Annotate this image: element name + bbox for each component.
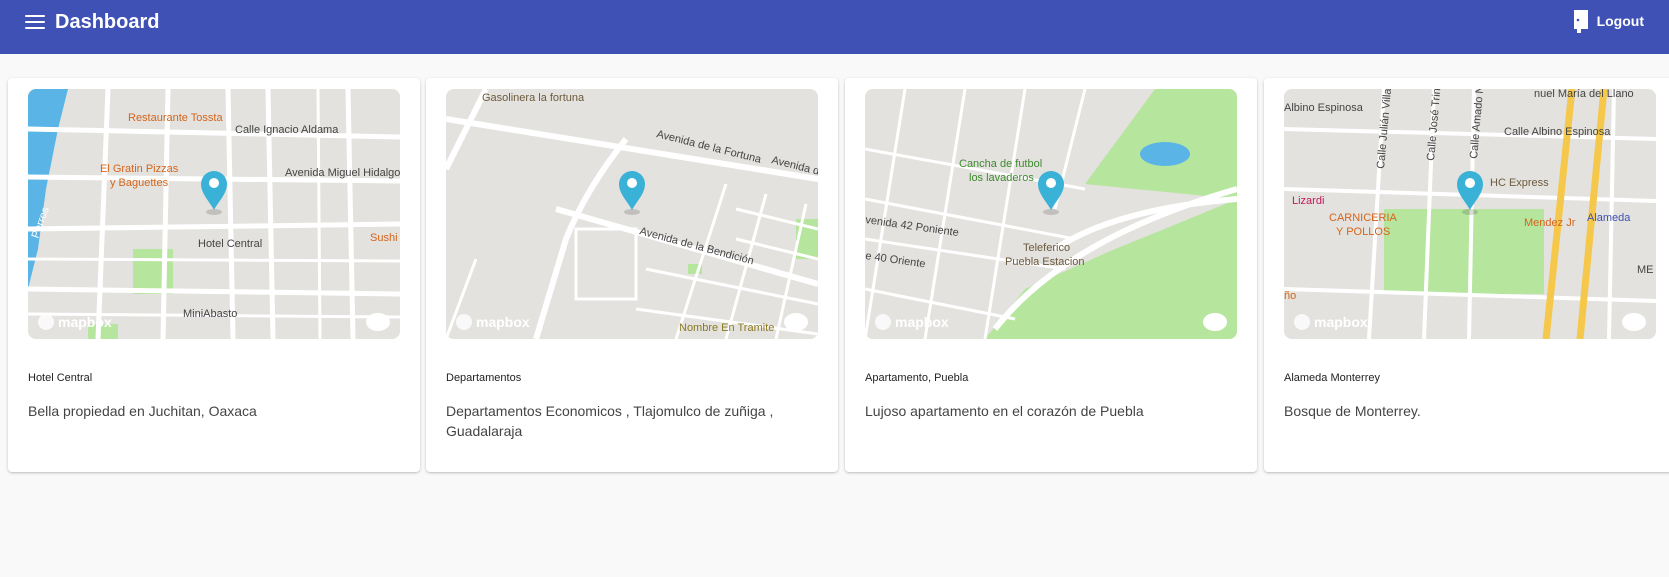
svg-text:Sushi: Sushi [370,232,398,244]
svg-text:Teleferico: Teleferico [1023,242,1070,254]
svg-text:los lavaderos: los lavaderos [969,172,1034,184]
card-description: Departamentos Economicos , Tlajomulco de… [446,403,774,439]
svg-text:Y POLLOS: Y POLLOS [1336,226,1390,238]
svg-text:ño: ño [1284,290,1296,302]
map-view[interactable]: Cancha de futbol los lavaderos venida 42… [865,89,1237,339]
svg-text:mapbox: mapbox [58,314,112,330]
property-card-list: Restaurante Tossta Calle Ignacio Aldama … [8,78,1669,476]
property-card[interactable]: Gasolinera la fortuna Avenida de la Fort… [426,78,838,472]
app-bar: Dashboard Logout [0,0,1669,54]
card-title: Hotel Central [28,372,93,384]
svg-text:Gasolinera la fortuna: Gasolinera la fortuna [482,92,585,104]
app-title: Dashboard [55,11,160,33]
svg-text:Nombre En Tramite: Nombre En Tramite [679,322,774,334]
map-view[interactable]: Gasolinera la fortuna Avenida de la Fort… [446,89,818,339]
svg-text:mapbox: mapbox [476,314,530,330]
card-description: Lujoso apartamento en el corazón de Pueb… [865,403,1144,419]
svg-text:Restaurante Tossta: Restaurante Tossta [128,112,223,124]
svg-text:y Baguettes: y Baguettes [110,177,169,189]
mapbox-logo[interactable]: mapbox [1294,314,1368,330]
property-card[interactable]: Albino Espinosa Calle Albino Espinosa Ca… [1264,78,1669,472]
map-view[interactable]: Albino Espinosa Calle Albino Espinosa Ca… [1284,89,1656,339]
map-view[interactable]: Restaurante Tossta Calle Ignacio Aldama … [28,89,400,339]
door-icon [1573,10,1588,33]
menu-icon[interactable] [25,15,45,30]
card-title: Apartamento, Puebla [865,372,969,384]
logout-label: Logout [1596,13,1644,29]
svg-text:Hotel Central: Hotel Central [198,238,262,250]
svg-text:Avenida Miguel Hidalgo: Avenida Miguel Hidalgo [285,167,400,179]
svg-text:CARNICERIA: CARNICERIA [1329,212,1398,224]
svg-text:ME: ME [1637,264,1654,276]
svg-text:Mendez Jr: Mendez Jr [1524,217,1576,229]
svg-text:Albino Espinosa: Albino Espinosa [1284,102,1364,114]
svg-text:MiniAbasto: MiniAbasto [183,308,237,320]
mapbox-logo[interactable]: mapbox [875,314,949,330]
svg-text:El Gratin Pizzas: El Gratin Pizzas [100,163,179,175]
card-description: Bosque de Monterrey. [1284,403,1421,419]
svg-text:Cancha de futbol: Cancha de futbol [959,158,1042,170]
svg-text:Calle Albino Espinosa: Calle Albino Espinosa [1504,126,1611,138]
card-title: Departamentos [446,372,522,384]
svg-text:Alameda: Alameda [1587,212,1631,224]
mapbox-logo[interactable]: mapbox [38,314,112,330]
svg-text:nuel María del Llano: nuel María del Llano [1534,89,1634,100]
svg-text:HC Express: HC Express [1490,177,1549,189]
svg-text:mapbox: mapbox [895,314,949,330]
svg-text:Lizardi: Lizardi [1292,195,1324,207]
svg-text:Calle Ignacio Aldama: Calle Ignacio Aldama [235,124,339,136]
property-card[interactable]: Cancha de futbol los lavaderos venida 42… [845,78,1257,472]
svg-text:mapbox: mapbox [1314,314,1368,330]
mapbox-logo[interactable]: mapbox [456,314,530,330]
property-card[interactable]: Restaurante Tossta Calle Ignacio Aldama … [8,78,420,472]
card-description: Bella propiedad en Juchitan, Oaxaca [28,403,257,419]
svg-text:Puebla Estacion: Puebla Estacion [1005,256,1085,268]
logout-button[interactable]: Logout [1573,9,1644,33]
card-title: Alameda Monterrey [1284,372,1380,384]
